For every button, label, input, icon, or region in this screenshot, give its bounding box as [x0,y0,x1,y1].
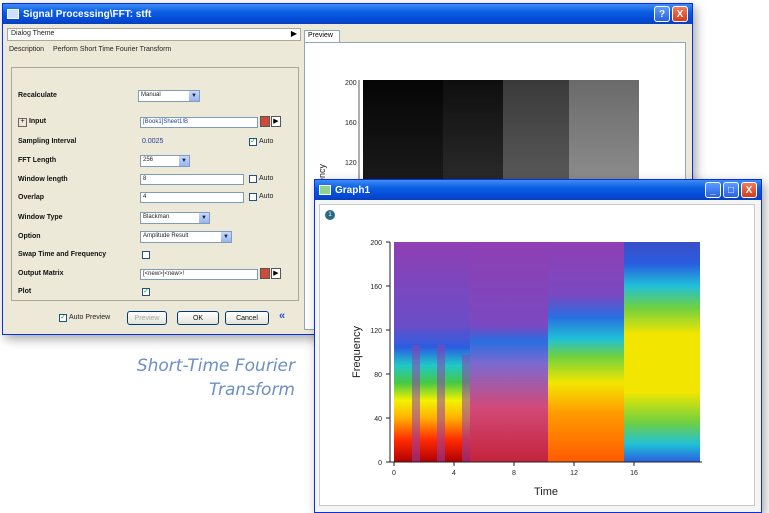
x-axis-label: Time [534,486,558,498]
x-tick-label: 8 [512,470,516,477]
swap-checkbox[interactable] [142,251,150,259]
segment-noise [470,242,548,462]
preview-tick-160: 160 [345,120,357,127]
pulse-gap-3 [462,355,470,462]
y-tick-label: 40 [374,416,382,423]
preview-button[interactable]: Preview [127,311,167,325]
y-tick-label: 160 [370,284,382,291]
x-tick-label: 16 [630,470,638,477]
output-matrix-field[interactable]: [<new>]<new>! [140,269,258,280]
help-button[interactable]: ? [654,6,670,22]
ok-button[interactable]: OK [177,311,219,325]
sampling-auto-checkbox[interactable]: ✓ [249,138,257,146]
settings-panel: Recalculate Manual ▼ + Input [Book1]Shee… [11,67,299,301]
graph-close-button[interactable]: X [741,182,757,198]
input-field[interactable]: [Book1]Sheet1!B [140,117,258,128]
description-label: Description [9,46,45,53]
graph-window: Graph1 _ □ X 1 200 160 120 80 40 0 0 4 8… [314,179,762,513]
cancel-button[interactable]: Cancel [225,311,269,325]
segment-pulses [394,242,470,462]
option-label: Option [18,233,41,240]
window-type-combo[interactable]: Blackman ▼ [140,212,210,224]
x-ticks [393,462,635,466]
pulse-gap-2 [437,345,445,462]
input-label: Input [28,118,47,125]
plot-checkbox[interactable]: ✓ [142,288,150,296]
x-tick-label: 4 [452,470,456,477]
spectrogram-plot: 200 160 120 80 40 0 0 4 8 12 16 Time Fre… [351,240,702,498]
dialog-theme-label: Dialog Theme [11,30,55,37]
fft-length-label: FFT Length [18,157,57,164]
window-length-auto-checkbox[interactable] [249,175,257,183]
auto-preview-label: Auto Preview [69,314,111,321]
option-value: Amplitude Result [143,233,189,239]
caption-line-1: Short-Time Fourier [136,356,295,376]
y-tick-label: 0 [378,460,382,467]
window-length-field[interactable]: 8 [140,174,244,185]
window-type-label: Window Type [18,214,63,221]
sampling-label: Sampling Interval [18,138,77,145]
graph-titlebar[interactable]: Graph1 _ □ X [315,180,761,200]
recalculate-combo[interactable]: Manual ▼ [138,90,200,102]
swap-label: Swap Time and Frequency [18,251,107,258]
y-axis-label: Frequency [351,326,363,378]
input-label-row: + Input [18,118,46,127]
overlap-auto-label: Auto [259,193,274,200]
y-tick-label: 200 [370,240,382,247]
y-tick-label: 80 [374,372,382,379]
chevron-down-icon: ▼ [189,91,199,101]
chevron-down-icon: ▼ [179,156,189,166]
graph-canvas: 1 200 160 120 80 40 0 0 4 8 12 16 Time F… [319,204,755,506]
app-icon [7,9,19,19]
theme-arrow-icon[interactable]: ▶ [291,29,297,38]
collapse-button[interactable]: « [279,310,285,322]
recalculate-value: Manual [141,92,161,98]
option-combo[interactable]: Amplitude Result ▼ [140,231,232,243]
graph-icon [319,185,331,195]
select-range-icon[interactable] [260,116,270,127]
window-type-value: Blackman [143,214,170,220]
pulse-gap-1 [412,345,420,462]
y-ticks [386,241,390,463]
output-matrix-label: Output Matrix [18,270,64,277]
sampling-auto-label: Auto [259,138,274,145]
overlap-label: Overlap [18,194,45,201]
caption-line-2: Transform [208,380,295,400]
dialog-title: Signal Processing\FFT: stft [23,8,152,20]
fft-length-value: 256 [143,157,154,163]
caption: Short-Time Fourier Transform [110,354,295,402]
description-text: Perform Short Time Fourier Transform [53,46,172,53]
description-row: Description Perform Short Time Fourier T… [7,44,301,56]
segment-chirp [548,242,624,462]
overlap-auto-checkbox[interactable] [249,193,257,201]
minimize-button[interactable]: _ [705,182,721,198]
sampling-value: 0.0025 [142,138,164,145]
dialog-titlebar[interactable]: Signal Processing\FFT: stft ? X [3,4,692,24]
recalculate-label: Recalculate [18,92,57,99]
preview-tab[interactable]: Preview [304,30,340,42]
chevron-down-icon: ▼ [199,213,209,223]
menu-arrow-icon[interactable]: ▶ [271,268,281,279]
expand-icon[interactable]: + [18,118,27,127]
window-length-label: Window length [18,176,68,183]
graph-title: Graph1 [335,184,371,196]
menu-arrow-icon[interactable]: ▶ [271,116,281,127]
y-tick-label: 120 [370,328,382,335]
x-tick-label: 12 [570,470,578,477]
window-length-auto-label: Auto [259,175,274,182]
preview-tick-200: 200 [345,80,357,87]
overlap-field[interactable]: 4 [140,192,244,203]
theme-bar[interactable]: Dialog Theme ▶ [7,28,301,41]
chevron-down-icon: ▼ [221,232,231,242]
preview-tick-120: 120 [345,160,357,167]
select-range-icon[interactable] [260,268,270,279]
close-button[interactable]: X [672,6,688,22]
preview-tab-label: Preview [308,32,333,39]
auto-preview-checkbox[interactable]: ✓ [59,314,67,322]
maximize-button[interactable]: □ [723,182,739,198]
segment-tone [624,242,700,462]
plot-label: Plot [18,288,32,295]
fft-length-combo[interactable]: 256 ▼ [140,155,190,167]
x-tick-label: 0 [392,470,396,477]
